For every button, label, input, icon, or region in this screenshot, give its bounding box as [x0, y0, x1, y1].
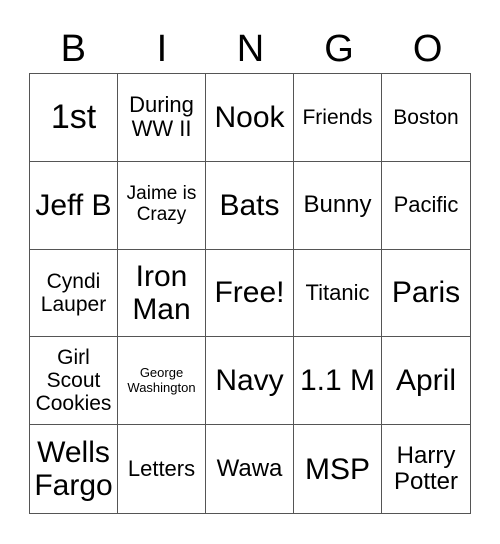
- bingo-cell[interactable]: 1.1 M: [294, 337, 382, 426]
- bingo-cell[interactable]: Pacific: [382, 162, 470, 250]
- bingo-cell[interactable]: Friends: [294, 74, 382, 162]
- header-letter-i: I: [156, 28, 168, 70]
- bingo-cell[interactable]: Navy: [206, 337, 294, 426]
- bingo-cell[interactable]: Iron Man: [118, 249, 206, 338]
- bingo-cell[interactable]: George Washington: [118, 337, 206, 426]
- bingo-cell[interactable]: Bunny: [294, 161, 382, 250]
- header-letter-n: N: [236, 28, 265, 70]
- header-letter-g: G: [324, 28, 354, 70]
- free-space-cell[interactable]: Free!: [206, 249, 294, 338]
- bingo-cell[interactable]: Bats: [206, 161, 294, 250]
- bingo-cell[interactable]: Titanic: [294, 249, 382, 338]
- bingo-cell[interactable]: Jaime is Crazy: [118, 161, 206, 250]
- bingo-header: B I N G O: [29, 25, 472, 73]
- bingo-cell[interactable]: Nook: [206, 74, 294, 162]
- header-letter-o: O: [412, 28, 443, 70]
- bingo-cell[interactable]: 1st: [30, 74, 118, 162]
- header-letter-b: B: [60, 28, 86, 70]
- bingo-cell[interactable]: April: [382, 337, 470, 426]
- bingo-cell[interactable]: Paris: [382, 250, 470, 338]
- bingo-cell[interactable]: Wawa: [206, 425, 294, 513]
- bingo-cell[interactable]: Girl Scout Cookies: [30, 337, 118, 426]
- bingo-cell[interactable]: Boston: [382, 74, 470, 162]
- bingo-cell[interactable]: Harry Potter: [382, 425, 470, 513]
- bingo-grid: 1st During WW II Nook Friends Boston Jeff B Ja…: [29, 73, 471, 514]
- bingo-cell[interactable]: Letters: [118, 425, 206, 513]
- bingo-cell[interactable]: Jeff B: [30, 161, 118, 250]
- bingo-cell[interactable]: Wells Fargo: [30, 425, 118, 513]
- bingo-cell[interactable]: During WW II: [118, 74, 206, 162]
- bingo-cell[interactable]: Cyndi Lauper: [30, 249, 118, 338]
- bingo-cell[interactable]: MSP: [294, 425, 382, 513]
